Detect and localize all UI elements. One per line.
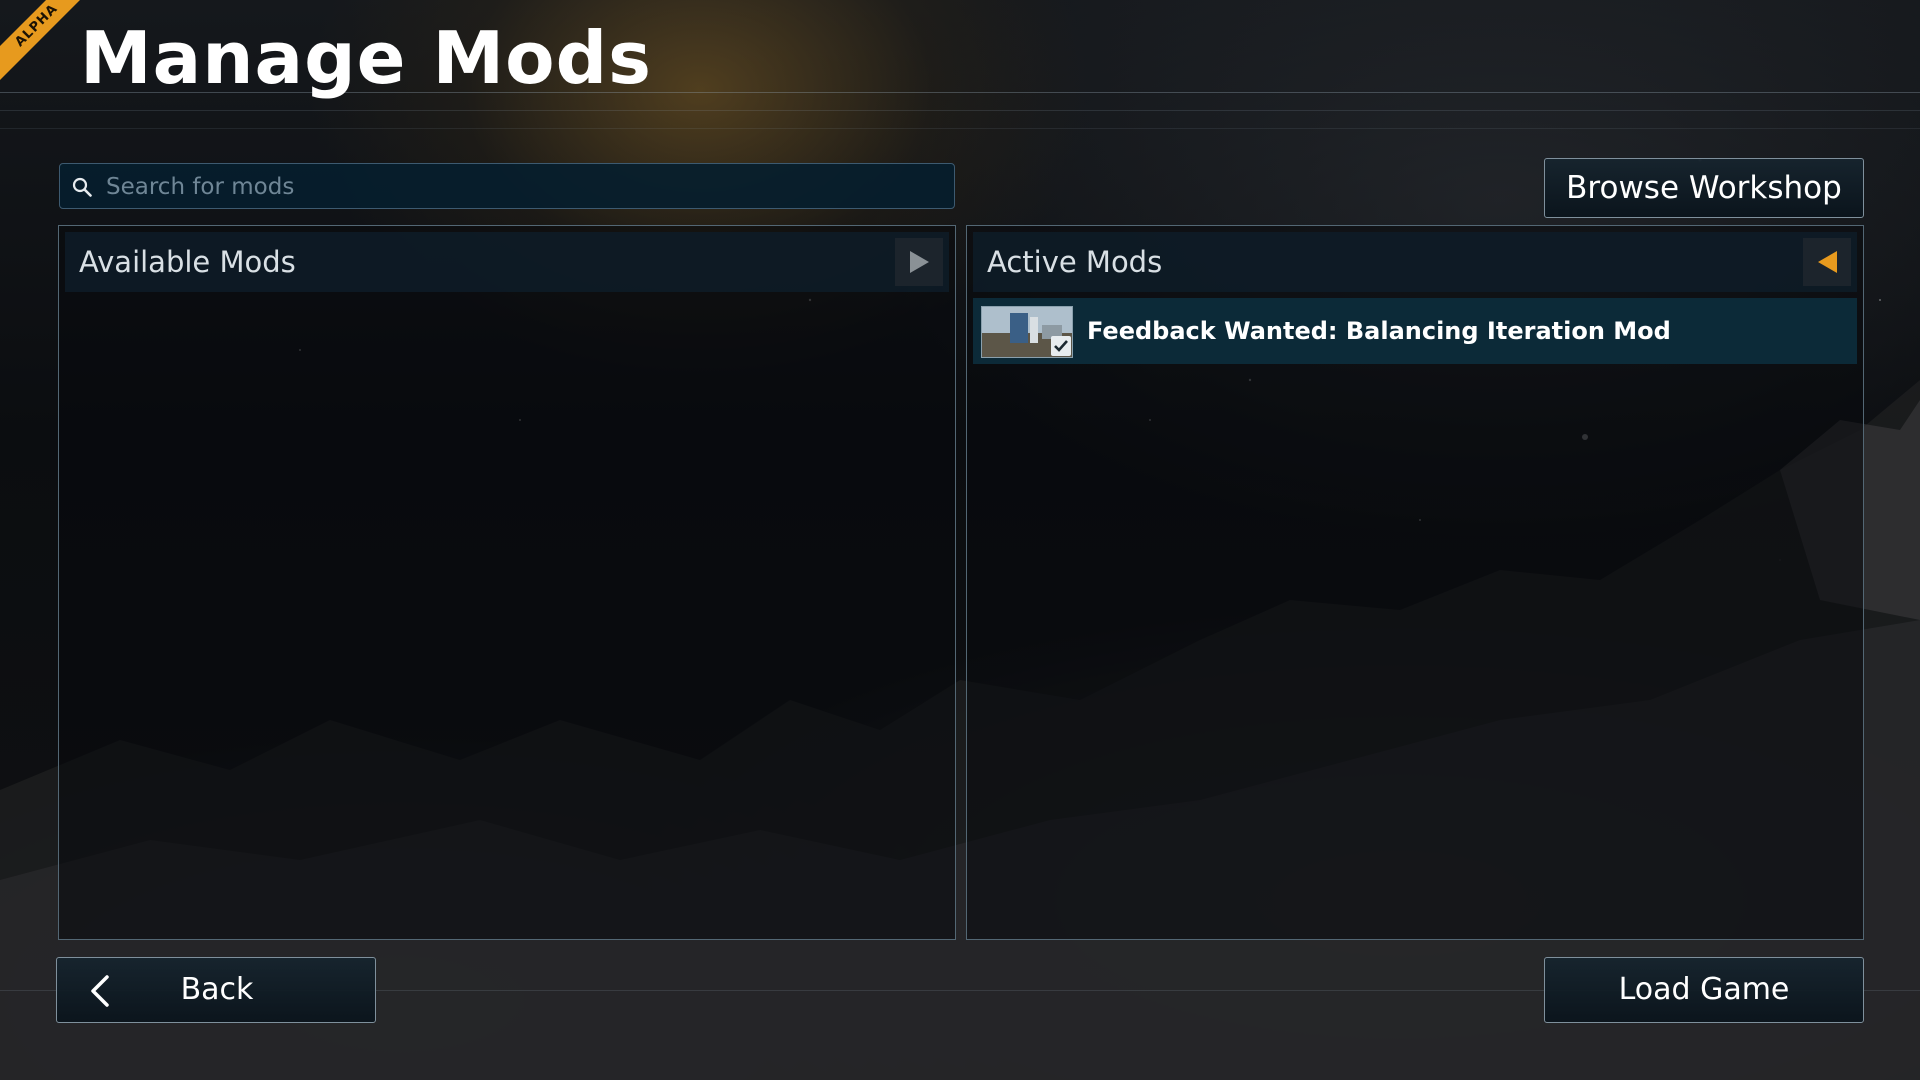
move-to-active-button[interactable] [895,238,943,286]
page-title: Manage Mods [80,16,653,100]
mod-name: Feedback Wanted: Balancing Iteration Mod [1087,317,1671,345]
search-field[interactable] [59,163,955,210]
play-left-icon [1818,251,1837,273]
move-to-available-button[interactable] [1803,238,1851,286]
back-button[interactable]: Back [56,957,376,1023]
active-mods-panel: Active Mods Feedback Wanted: Balancing I… [966,225,1864,940]
search-icon [72,177,92,197]
manage-mods-screen: ALPHA Manage Mods Browse Workshop Availa… [0,0,1920,1080]
mod-thumbnail [981,306,1073,358]
available-mods-title: Available Mods [79,245,296,279]
header-divider-line [0,110,1920,111]
header-divider-line [0,128,1920,129]
active-mod-list-item[interactable]: Feedback Wanted: Balancing Iteration Mod [973,298,1857,364]
browse-workshop-button[interactable]: Browse Workshop [1544,158,1864,218]
active-mods-header: Active Mods [973,232,1857,292]
check-icon [1051,336,1071,356]
back-button-label: Back [180,972,254,1007]
active-mods-title: Active Mods [987,245,1163,279]
play-right-icon [910,251,929,273]
available-mods-header: Available Mods [65,232,949,292]
load-game-button[interactable]: Load Game [1544,957,1864,1023]
search-input[interactable] [104,164,948,210]
available-mods-panel: Available Mods [58,225,956,940]
